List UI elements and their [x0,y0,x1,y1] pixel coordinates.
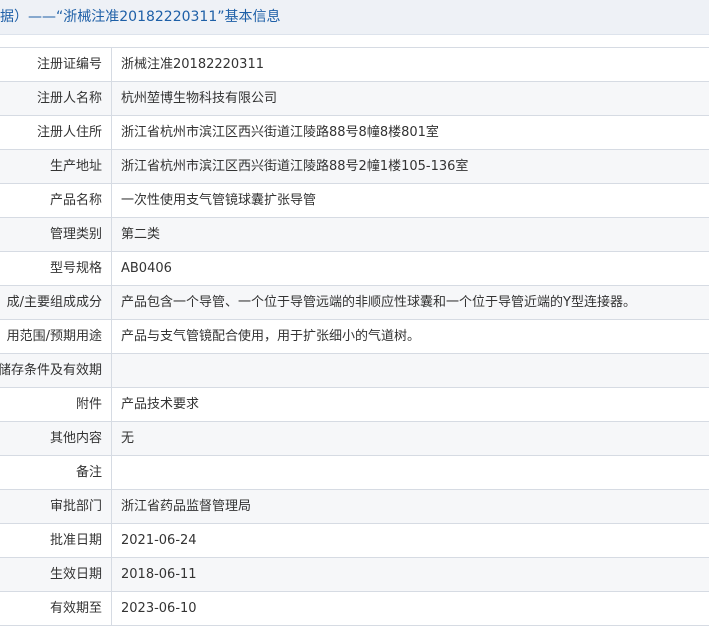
detail-table: 注册证编号 浙械注准20182220311 注册人名称 杭州堃博生物科技有限公司… [0,47,709,626]
column-divider [111,184,112,217]
column-divider [111,48,112,81]
column-divider [111,490,112,523]
field-value: 一次性使用支气管镜球囊扩张导管 [121,193,317,208]
column-divider [111,286,112,319]
field-label: 附件 [75,397,102,412]
row-approval-date: 批准日期 2021-06-24 [0,524,709,558]
field-value: 产品包含一个导管、一个位于导管远端的非顺应性球囊和一个位于导管近端的Y型连接器。 [121,295,636,310]
field-label: 生产地址 [49,159,102,174]
field-value: 浙江省杭州市滨江区西兴街道江陵路88号8幢8楼801室 [121,125,439,140]
field-label: 有效期至 [49,601,102,616]
field-value: 产品技术要求 [121,397,200,412]
column-divider [111,252,112,285]
field-label: 储存条件及有效期 [0,363,102,378]
row-management-class: 管理类别 第二类 [0,218,709,252]
field-value: 浙械注准20182220311 [121,57,264,72]
row-expiry-date: 有效期至 2023-06-10 [0,592,709,626]
column-divider [111,558,112,591]
field-value: 浙江省药品监督管理局 [121,499,252,514]
field-value [121,354,703,387]
row-other-content: 其他内容 无 [0,422,709,456]
field-label: 审批部门 [49,499,102,514]
field-label: 其他内容 [49,431,102,446]
field-value: 2021-06-24 [121,533,197,548]
column-divider [111,150,112,183]
field-label: 管理类别 [49,227,102,242]
field-label: 生效日期 [49,567,102,582]
column-divider [111,354,112,387]
row-registration-number: 注册证编号 浙械注准20182220311 [0,48,709,82]
row-registrant-name: 注册人名称 杭州堃博生物科技有限公司 [0,82,709,116]
row-production-address: 生产地址 浙江省杭州市滨江区西兴街道江陵路88号2幢1楼105-136室 [0,150,709,184]
field-label: 注册人住所 [36,125,102,140]
row-attachment: 附件 产品技术要求 [0,388,709,422]
field-value: AB0406 [121,261,172,276]
field-value: 2023-06-10 [121,601,197,616]
column-divider [111,422,112,455]
field-value: 无 [121,431,135,446]
field-label: 产品名称 [49,193,102,208]
field-label: 成/主要组成成分 [6,295,102,310]
field-value: 杭州堃博生物科技有限公司 [121,91,278,106]
field-label: 注册证编号 [36,57,102,72]
column-divider [111,116,112,149]
field-value [121,456,703,489]
row-registrant-address: 注册人住所 浙江省杭州市滨江区西兴街道江陵路88号8幢8楼801室 [0,116,709,150]
row-effective-date: 生效日期 2018-06-11 [0,558,709,592]
field-value: 2018-06-11 [121,567,197,582]
field-label: 批准日期 [49,533,102,548]
field-value: 浙江省杭州市滨江区西兴街道江陵路88号2幢1楼105-136室 [121,159,469,174]
row-intended-use: 用范围/预期用途 产品与支气管镜配合使用，用于扩张细小的气道树。 [0,320,709,354]
row-remarks: 备注 [0,456,709,490]
field-label: 型号规格 [49,261,102,276]
column-divider [111,218,112,251]
title-bar: 据）——“浙械注准20182220311”基本信息 [0,0,709,35]
row-model-spec: 型号规格 AB0406 [0,252,709,286]
column-divider [111,592,112,625]
column-divider [111,456,112,489]
field-value: 第二类 [121,227,161,242]
registration-detail-page: 据）——“浙械注准20182220311”基本信息 注册证编号 浙械注准2018… [0,0,709,629]
column-divider [111,320,112,353]
field-label: 用范围/预期用途 [6,329,102,344]
field-label: 备注 [75,465,102,480]
column-divider [111,82,112,115]
page-title: 据）——“浙械注准20182220311”基本信息 [0,9,281,25]
row-product-name: 产品名称 一次性使用支气管镜球囊扩张导管 [0,184,709,218]
row-storage-validity: 储存条件及有效期 [0,354,709,388]
column-divider [111,388,112,421]
row-composition: 成/主要组成成分 产品包含一个导管、一个位于导管远端的非顺应性球囊和一个位于导管… [0,286,709,320]
field-label: 注册人名称 [36,91,102,106]
row-approval-department: 审批部门 浙江省药品监督管理局 [0,490,709,524]
column-divider [111,524,112,557]
field-value: 产品与支气管镜配合使用，用于扩张细小的气道树。 [121,329,421,344]
